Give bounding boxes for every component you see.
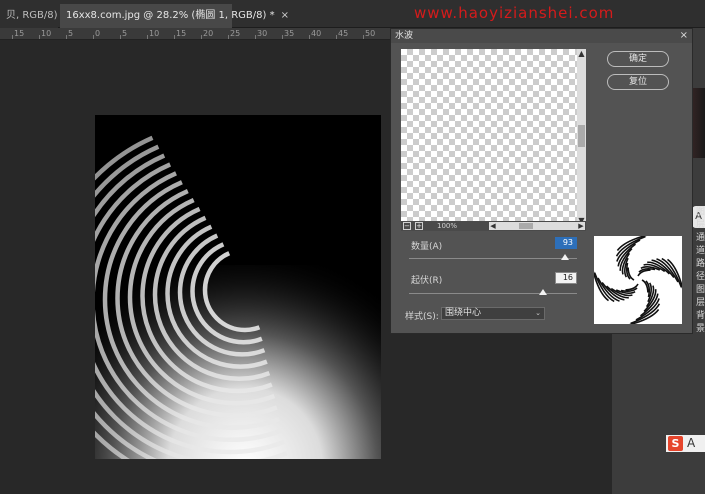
scroll-right-icon[interactable]: ▶	[577, 222, 585, 230]
tab-label: 贝, RGB/8) *	[6, 10, 66, 21]
chevron-down-icon: ⌄	[535, 309, 541, 317]
ripple-filter-dialog: 水波 × ▲ ▼ − + 100% ◀ ▶ 确定 复位 数量(A) 93 起伏(…	[390, 28, 693, 334]
document-tab-2[interactable]: 16xx8.com.jpg @ 28.2% (椭圆 1, RGB/8) * ×	[60, 4, 289, 28]
ridges-input[interactable]: 16	[555, 272, 577, 284]
zoom-level: 100%	[437, 222, 458, 230]
ruler-label: 5	[122, 29, 128, 38]
sogou-logo-icon: S	[668, 436, 683, 451]
reset-button[interactable]: 复位	[607, 74, 669, 90]
style-selected-value: 围绕中心	[445, 308, 482, 318]
ruler-tick	[93, 35, 94, 39]
ruler-label: 0	[95, 29, 101, 38]
style-select[interactable]: 围绕中心 ⌄	[441, 307, 545, 320]
photoshop-window: 贝, RGB/8) *× 16xx8.com.jpg @ 28.2% (椭圆 1…	[0, 0, 705, 494]
filter-preview[interactable]	[401, 49, 577, 225]
ruler-label: 15	[176, 29, 187, 38]
ruler-tick	[255, 35, 256, 39]
preview-zoom-bar: − + 100% ◀ ▶	[401, 221, 586, 231]
ripple-artwork	[95, 115, 381, 459]
ruler-tick	[174, 35, 175, 39]
panel-label[interactable]: 背景	[696, 308, 705, 334]
ruler-tick	[147, 35, 148, 39]
ok-button[interactable]: 确定	[607, 51, 669, 67]
zoom-out-button[interactable]: −	[403, 222, 411, 230]
ridges-slider-knob[interactable]	[539, 289, 548, 295]
amount-slider-track[interactable]	[409, 258, 577, 259]
ruler-tick	[282, 35, 283, 39]
zoom-in-button[interactable]: +	[415, 222, 423, 230]
ruler-label: 40	[311, 29, 322, 38]
scroll-left-icon[interactable]: ◀	[489, 222, 497, 230]
style-label: 样式(S):	[405, 312, 439, 322]
panel-label[interactable]: 图层	[696, 282, 705, 308]
ruler-tick	[39, 35, 40, 39]
ruler-label: 45	[338, 29, 349, 38]
scroll-thumb[interactable]	[519, 223, 533, 229]
tab-label: 16xx8.com.jpg @ 28.2% (椭圆 1, RGB/8) *	[66, 10, 275, 21]
ruler-tick	[309, 35, 310, 39]
ruler-label: 5	[68, 29, 74, 38]
horizontal-ruler: 151050510152025303540455055	[0, 28, 402, 40]
amount-slider-knob[interactable]	[561, 254, 570, 260]
amount-input[interactable]: 93	[555, 237, 577, 249]
scroll-thumb[interactable]	[578, 125, 585, 147]
panel-label[interactable]: 图层	[696, 204, 705, 230]
ruler-tick	[120, 35, 121, 39]
pinwheel-icon	[591, 233, 685, 327]
dialog-title-bar[interactable]: 水波 ×	[391, 29, 692, 43]
close-icon[interactable]: ×	[281, 4, 289, 28]
scroll-up-icon[interactable]: ▲	[577, 49, 586, 58]
ruler-label: 15	[14, 29, 25, 38]
ruler-label: 20	[203, 29, 214, 38]
dialog-title: 水波	[395, 31, 414, 41]
ruler-label: 50	[365, 29, 376, 38]
document-canvas[interactable]	[95, 115, 381, 459]
preview-vertical-scrollbar[interactable]: ▲ ▼	[577, 49, 586, 225]
panel-label[interactable]: 路径	[696, 256, 705, 282]
ruler-tick	[363, 35, 364, 39]
ridges-slider-track[interactable]	[409, 293, 577, 294]
ripple-style-thumbnail	[591, 233, 685, 327]
ruler-label: 10	[41, 29, 52, 38]
ruler-label: 25	[230, 29, 241, 38]
panel-label[interactable]: 通道	[696, 230, 705, 256]
ruler-tick	[66, 35, 67, 39]
ruler-label: 35	[284, 29, 295, 38]
watermark-text: www.haoyizianshei.com	[414, 4, 615, 22]
preview-horizontal-scrollbar[interactable]: ◀ ▶	[489, 222, 585, 230]
ruler-tick	[201, 35, 202, 39]
input-method-badge: S A	[666, 435, 705, 452]
close-icon[interactable]: ×	[680, 29, 688, 43]
ruler-label: 30	[257, 29, 268, 38]
ruler-tick	[336, 35, 337, 39]
input-mode-label: A	[687, 436, 696, 450]
document-tab-1[interactable]: 贝, RGB/8) *×	[0, 4, 80, 28]
ruler-tick	[228, 35, 229, 39]
ridges-label: 起伏(R)	[411, 276, 443, 286]
ruler-label: 10	[149, 29, 160, 38]
ruler-tick	[12, 35, 13, 39]
amount-label: 数量(A)	[411, 242, 443, 252]
